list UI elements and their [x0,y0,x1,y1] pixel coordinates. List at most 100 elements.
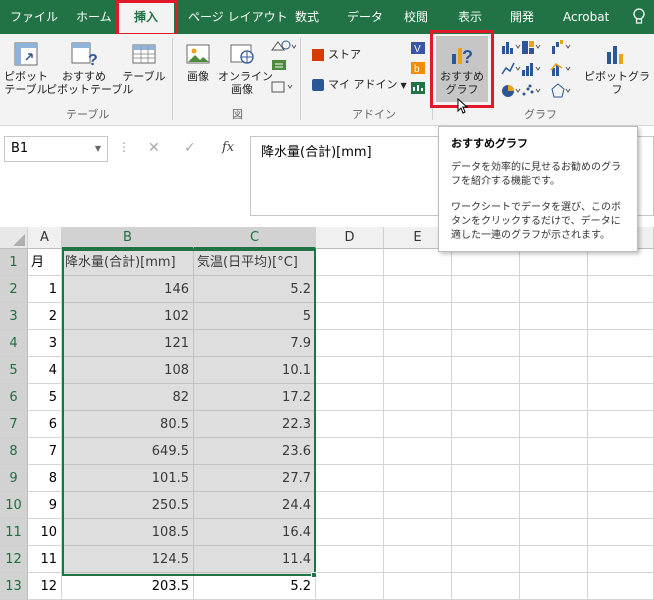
cell-b2[interactable]: 146 [62,276,194,303]
cell-h2[interactable] [588,276,654,303]
cell-c13[interactable]: 5.2 [194,573,316,600]
cell-a2[interactable]: 1 [28,276,62,303]
cell-c7[interactable]: 22.3 [194,411,316,438]
tab-file[interactable]: ファイル [10,0,58,34]
select-all-corner[interactable] [0,227,28,249]
statistic-chart-icon[interactable] [520,60,542,81]
cell-c6[interactable]: 17.2 [194,384,316,411]
cell-b6[interactable]: 82 [62,384,194,411]
cell-f1[interactable] [452,249,520,276]
name-box[interactable]: B1 ▼ [4,136,108,162]
column-chart-icon[interactable] [500,38,522,59]
cell-g12[interactable] [520,546,588,573]
cell-h10[interactable] [588,492,654,519]
cell-h13[interactable] [588,573,654,600]
visio-icon[interactable]: V [410,40,426,59]
cell-e9[interactable] [384,465,452,492]
waterfall-chart-icon[interactable] [550,38,572,59]
cell-e5[interactable] [384,357,452,384]
cell-d1[interactable] [316,249,384,276]
cell-a12[interactable]: 11 [28,546,62,573]
cell-c12[interactable]: 11.4 [194,546,316,573]
online-image-button[interactable]: オンライン 画像 [218,40,273,96]
cell-b13[interactable]: 203.5 [62,573,194,600]
cell-d7[interactable] [316,411,384,438]
cell-b3[interactable]: 102 [62,303,194,330]
column-header-d[interactable]: D [316,227,384,249]
cell-f3[interactable] [452,303,520,330]
enter-icon[interactable]: ✓ [184,140,196,156]
cancel-icon[interactable]: ✕ [148,140,160,156]
cell-h5[interactable] [588,357,654,384]
cell-h7[interactable] [588,411,654,438]
cell-c5[interactable]: 10.1 [194,357,316,384]
pivot-table-button[interactable]: ピボット テーブル [4,40,48,96]
cell-a13[interactable]: 12 [28,573,62,600]
cell-a4[interactable]: 3 [28,330,62,357]
cell-g9[interactable] [520,465,588,492]
cell-g11[interactable] [520,519,588,546]
image-button[interactable]: 画像 [178,40,218,83]
cell-d13[interactable] [316,573,384,600]
cell-e12[interactable] [384,546,452,573]
my-addins-button[interactable]: マイ アドイン ▼ [312,76,407,92]
cell-g6[interactable] [520,384,588,411]
row-header[interactable]: 10 [0,492,28,519]
cell-d5[interactable] [316,357,384,384]
fill-handle[interactable] [311,572,317,578]
cell-a6[interactable]: 5 [28,384,62,411]
cell-c4[interactable]: 7.9 [194,330,316,357]
row-header[interactable]: 4 [0,330,28,357]
cell-f2[interactable] [452,276,520,303]
cell-d4[interactable] [316,330,384,357]
cell-f10[interactable] [452,492,520,519]
cell-f4[interactable] [452,330,520,357]
tab-acrobat[interactable]: Acrobat [563,0,609,34]
cell-h4[interactable] [588,330,654,357]
cell-g1[interactable] [520,249,588,276]
cell-f7[interactable] [452,411,520,438]
cell-f11[interactable] [452,519,520,546]
cell-d11[interactable] [316,519,384,546]
store-button[interactable]: ストア [312,46,361,62]
cell-f13[interactable] [452,573,520,600]
cell-b12[interactable]: 124.5 [62,546,194,573]
cell-h8[interactable] [588,438,654,465]
row-header[interactable]: 9 [0,465,28,492]
cell-h12[interactable] [588,546,654,573]
cell-e8[interactable] [384,438,452,465]
cell-a3[interactable]: 2 [28,303,62,330]
cell-h11[interactable] [588,519,654,546]
row-header[interactable]: 1 [0,249,28,276]
cell-c9[interactable]: 27.7 [194,465,316,492]
tab-formulas[interactable]: 数式 [295,0,319,34]
row-header[interactable]: 8 [0,438,28,465]
tab-review[interactable]: 校閲 [404,0,428,34]
shapes-icon[interactable] [270,40,297,57]
cell-d3[interactable] [316,303,384,330]
cell-c11[interactable]: 16.4 [194,519,316,546]
cell-d8[interactable] [316,438,384,465]
cell-a9[interactable]: 8 [28,465,62,492]
cell-f9[interactable] [452,465,520,492]
cell-e11[interactable] [384,519,452,546]
cell-g3[interactable] [520,303,588,330]
cell-b4[interactable]: 121 [62,330,194,357]
column-header-a[interactable]: A [28,227,62,249]
pie-chart-icon[interactable] [500,82,522,103]
cell-e10[interactable] [384,492,452,519]
cell-a5[interactable]: 4 [28,357,62,384]
cell-c2[interactable]: 5.2 [194,276,316,303]
cell-f6[interactable] [452,384,520,411]
row-header[interactable]: 12 [0,546,28,573]
chevron-down-icon[interactable]: ▼ [95,137,101,161]
cell-b7[interactable]: 80.5 [62,411,194,438]
cell-e6[interactable] [384,384,452,411]
cell-h6[interactable] [588,384,654,411]
combo-chart-icon[interactable] [550,60,572,81]
insert-function-icon[interactable]: fx [222,140,234,155]
cell-h1[interactable] [588,249,654,276]
cell-a8[interactable]: 7 [28,438,62,465]
cell-g2[interactable] [520,276,588,303]
tab-home[interactable]: ホーム [76,0,112,34]
